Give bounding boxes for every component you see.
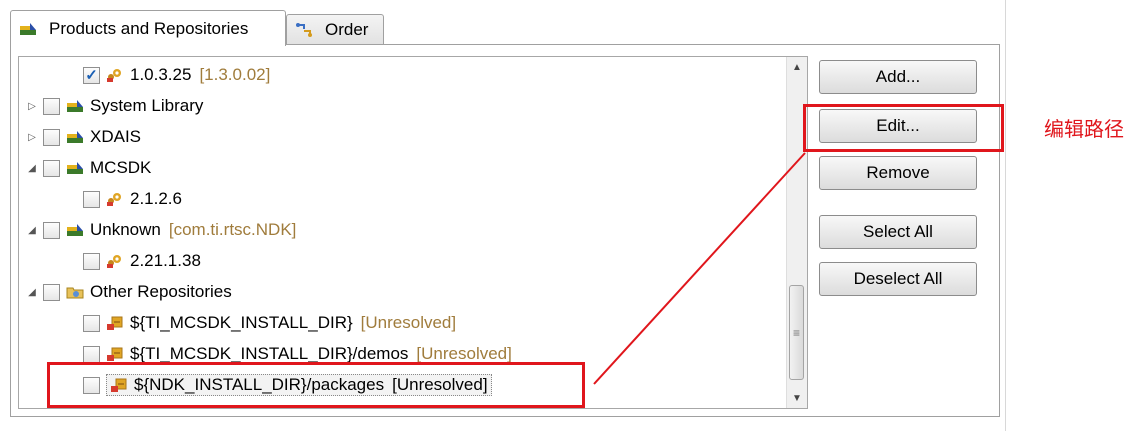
row-label: ${NDK_INSTALL_DIR}/packages: [134, 375, 385, 394]
deselect-all-button[interactable]: Deselect All: [819, 262, 977, 296]
tree-row[interactable]: ${TI_MCSDK_INSTALL_DIR}/demos [Unresolved…: [79, 340, 512, 368]
tree-row[interactable]: ◢ Other Repositories: [25, 278, 232, 306]
products-icon: [19, 21, 37, 37]
row-content: 2.21.1.38: [106, 251, 201, 271]
row-checkbox[interactable]: [83, 190, 100, 208]
tree-row[interactable]: ◢ Unknown [com.ti.rtsc.NDK]: [25, 216, 296, 244]
row-checkbox[interactable]: [83, 345, 100, 363]
product-icon: [66, 98, 84, 114]
tab-label: Order: [325, 19, 369, 39]
row-label: MCSDK: [90, 158, 152, 177]
row-content: Unknown [com.ti.rtsc.NDK]: [66, 220, 296, 240]
row-qualifier: [Unresolved]: [416, 344, 512, 363]
row-checkbox[interactable]: [43, 128, 60, 146]
expanded-arrow-icon[interactable]: ◢: [25, 285, 39, 299]
row-qualifier: [Unresolved]: [392, 375, 488, 394]
row-qualifier: [com.ti.rtsc.NDK]: [168, 220, 297, 239]
row-label: System Library: [90, 96, 204, 115]
row-checkbox[interactable]: [83, 252, 100, 270]
order-icon: [295, 22, 313, 38]
scroll-up-arrow-icon[interactable]: ▲: [787, 57, 807, 77]
row-label: ${TI_MCSDK_INSTALL_DIR}/demos: [130, 344, 409, 363]
row-content: XDAIS: [66, 127, 141, 147]
unresolved-repo-icon: [110, 377, 128, 393]
row-content: 2.1.2.6: [106, 189, 182, 209]
row-label: ${TI_MCSDK_INSTALL_DIR}: [130, 313, 353, 332]
tree-row[interactable]: ${TI_MCSDK_INSTALL_DIR} [Unresolved]: [79, 309, 456, 337]
tab-strip: Products and Repositories Order: [10, 10, 1000, 46]
tab-order[interactable]: Order: [286, 14, 384, 44]
row-content: ${NDK_INSTALL_DIR}/packages [Unresolved]: [106, 374, 492, 396]
row-qualifier: [1.3.0.02]: [199, 65, 271, 84]
remove-button[interactable]: Remove: [819, 156, 977, 190]
row-label: Unknown: [90, 220, 161, 239]
add-button[interactable]: Add...: [819, 60, 977, 94]
product-icon: [66, 160, 84, 176]
edit-button[interactable]: Edit...: [819, 109, 977, 143]
expanded-arrow-icon[interactable]: ◢: [25, 161, 39, 175]
row-content: Other Repositories: [66, 282, 232, 302]
tree-row[interactable]: ▷ System Library: [25, 92, 203, 120]
scroll-down-arrow-icon[interactable]: ▼: [787, 388, 807, 408]
row-qualifier: [Unresolved]: [360, 313, 457, 332]
row-label: 2.21.1.38: [130, 251, 201, 270]
tree-row[interactable]: ✓ 1.0.3.25 [1.3.0.02]: [79, 61, 270, 89]
tree-row[interactable]: ${NDK_INSTALL_DIR}/packages [Unresolved]: [79, 371, 492, 399]
annotation-text: 编辑路径: [1044, 117, 1124, 141]
product-icon: [66, 129, 84, 145]
unresolved-repo-icon: [106, 315, 124, 331]
row-checkbox[interactable]: [43, 159, 60, 177]
tree-row[interactable]: 2.1.2.6: [79, 185, 182, 213]
unresolved-repo-icon: [106, 346, 124, 362]
vertical-scrollbar[interactable]: ▲ ≡ ▼: [786, 57, 807, 408]
collapsed-arrow-icon[interactable]: ▷: [25, 99, 39, 113]
right-divider: [1005, 0, 1006, 431]
tree-row[interactable]: 2.21.1.38: [79, 247, 201, 275]
version-icon: [106, 253, 124, 269]
repository-tree[interactable]: ▲ ≡ ▼ ✓ 1.0.3.25 [1.3.0.02] ▷ System Library…: [18, 56, 808, 409]
product-icon: [66, 222, 84, 238]
repository-folder-icon: [66, 284, 84, 300]
row-label: Other Repositories: [90, 282, 232, 301]
select-all-button[interactable]: Select All: [819, 215, 977, 249]
scrollbar-thumb[interactable]: ≡: [789, 285, 804, 380]
tab-products-and-repositories[interactable]: Products and Repositories: [10, 10, 286, 46]
collapsed-arrow-icon[interactable]: ▷: [25, 130, 39, 144]
row-checkbox[interactable]: [83, 376, 100, 394]
row-checkbox[interactable]: [43, 97, 60, 115]
row-content: ${TI_MCSDK_INSTALL_DIR} [Unresolved]: [106, 313, 456, 333]
version-icon: [106, 191, 124, 207]
row-checkbox[interactable]: [83, 314, 100, 332]
version-icon: [106, 67, 124, 83]
row-content: ${TI_MCSDK_INSTALL_DIR}/demos [Unresolved…: [106, 344, 512, 364]
tree-row[interactable]: ▷ XDAIS: [25, 123, 141, 151]
row-content: System Library: [66, 96, 203, 116]
tab-label: Products and Repositories: [49, 18, 249, 38]
row-label: XDAIS: [90, 127, 142, 146]
tree-row[interactable]: ◢ MCSDK: [25, 154, 151, 182]
row-checkbox[interactable]: [43, 221, 60, 239]
expanded-arrow-icon[interactable]: ◢: [25, 223, 39, 237]
row-content: 1.0.3.25 [1.3.0.02]: [106, 65, 270, 85]
row-checkbox[interactable]: ✓: [83, 66, 100, 84]
row-content: MCSDK: [66, 158, 151, 178]
row-checkbox[interactable]: [43, 283, 60, 301]
row-label: 2.1.2.6: [130, 189, 182, 208]
row-label: 1.0.3.25: [130, 65, 192, 84]
